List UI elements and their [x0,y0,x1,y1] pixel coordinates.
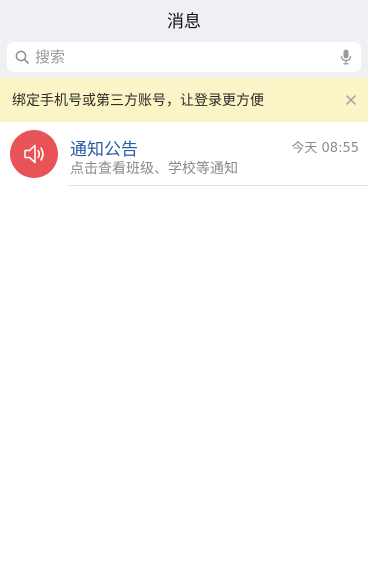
divider [68,185,368,186]
banner-text: 绑定手机号或第三方账号，让登录更方便 [12,93,264,109]
message-title: 通知公告 [70,140,138,160]
nav-bar: 消息 [0,0,368,38]
speaker-icon [24,144,44,164]
search-input[interactable] [35,48,325,66]
close-icon[interactable] [342,91,360,109]
message-time: 今天 08:55 [291,141,359,156]
page-title: 消息 [167,11,201,32]
microphone-icon[interactable] [340,49,352,65]
avatar [10,130,58,178]
message-subtitle: 点击查看班级、学校等通知 [70,161,238,177]
search-area [0,38,368,78]
list-item[interactable]: 通知公告 今天 08:55 点击查看班级、学校等通知 [0,122,368,186]
search-icon [15,50,29,64]
bind-account-banner[interactable]: 绑定手机号或第三方账号，让登录更方便 [0,78,368,122]
search-bar[interactable] [7,42,361,72]
message-list: 通知公告 今天 08:55 点击查看班级、学校等通知 [0,122,368,186]
